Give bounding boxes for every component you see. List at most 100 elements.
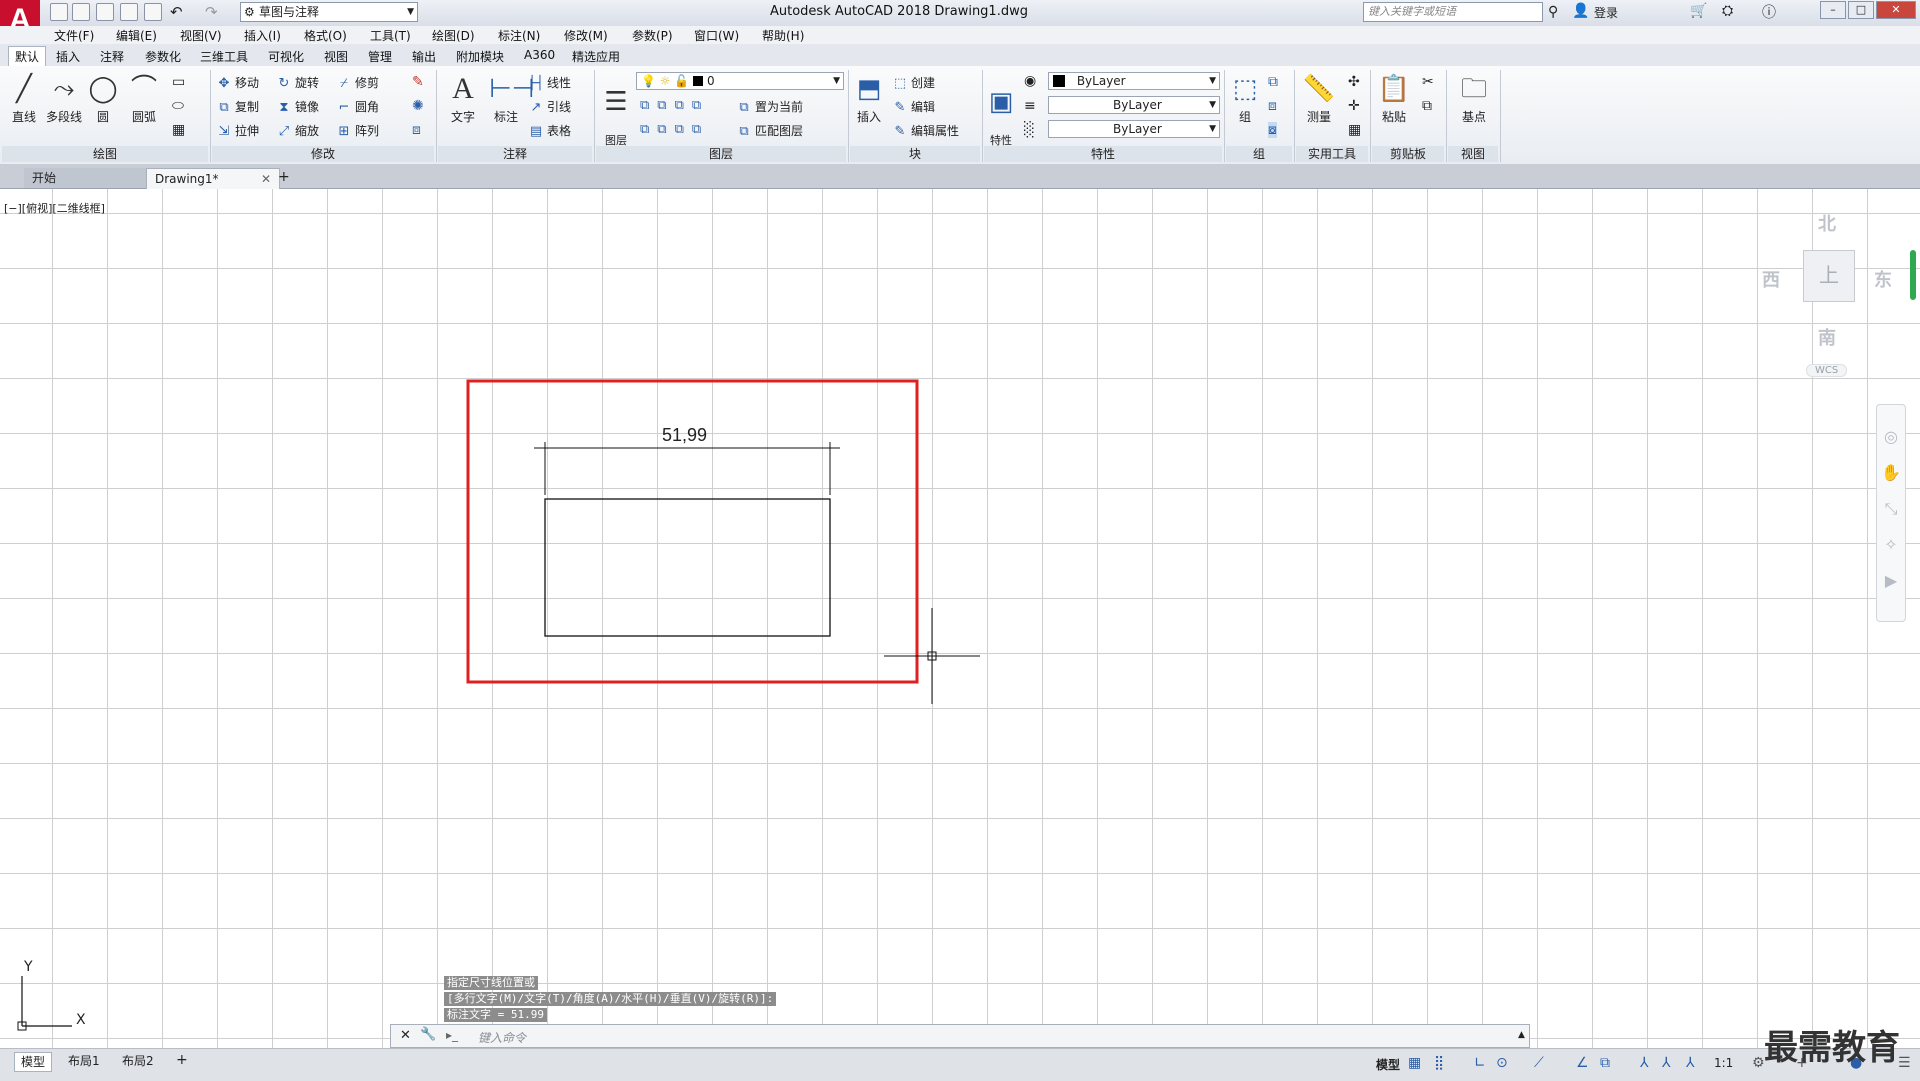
tab-default[interactable]: 默认 bbox=[8, 46, 47, 66]
tab-drawing1[interactable]: Drawing1* ✕ bbox=[146, 168, 280, 189]
base-view-button[interactable]: 🗀 基点 bbox=[1456, 72, 1492, 125]
group-edit-icon[interactable]: ⧈ bbox=[1268, 98, 1277, 114]
viewport-controls-label[interactable]: [−][俯视][二维线框] bbox=[4, 200, 105, 216]
zoom-icon[interactable]: ⤡ bbox=[1877, 491, 1905, 527]
properties-panel-title[interactable]: 特性 bbox=[984, 146, 1222, 162]
offset-icon[interactable]: ⧈ bbox=[412, 122, 421, 138]
osnap-track-icon[interactable]: ⟋ bbox=[1534, 1055, 1544, 1071]
fillet-button[interactable]: ⌐ 圆角 bbox=[336, 98, 379, 115]
grid-icon[interactable]: ▦ bbox=[1408, 1055, 1421, 1071]
viewcube-north[interactable]: 北 bbox=[1818, 210, 1836, 236]
utilities-panel-title[interactable]: 实用工具 bbox=[1296, 146, 1368, 162]
lineweight-icon[interactable]: ≡ bbox=[1024, 98, 1036, 114]
close-icon[interactable]: ✕ bbox=[261, 169, 271, 189]
menu-format[interactable]: 格式(O) bbox=[304, 27, 347, 44]
tab-parametric[interactable]: 参数化 bbox=[145, 48, 181, 65]
menu-modify[interactable]: 修改(M) bbox=[564, 27, 608, 44]
trim-button[interactable]: ⌿ 修剪 bbox=[336, 74, 379, 91]
polyline-button[interactable]: ⤳ 多段线 bbox=[44, 72, 84, 125]
tab-a360[interactable]: A360 bbox=[524, 48, 555, 62]
group-button[interactable]: ⬚ 组 bbox=[1228, 72, 1262, 125]
view-panel-title[interactable]: 视图 bbox=[1448, 146, 1498, 162]
new-tab-icon[interactable]: + bbox=[278, 169, 290, 185]
tab-featured-apps[interactable]: 精选应用 bbox=[572, 48, 620, 65]
drawing-canvas[interactable] bbox=[0, 189, 1920, 1049]
steering-wheel-icon[interactable]: ◎ bbox=[1877, 419, 1905, 455]
save-icon[interactable] bbox=[96, 3, 114, 21]
menu-tools[interactable]: 工具(T) bbox=[370, 27, 411, 44]
point-icon[interactable]: ✛ bbox=[1348, 98, 1360, 114]
edit-block-button[interactable]: ✎ 编辑 bbox=[892, 98, 935, 115]
undo-icon[interactable]: ↶ bbox=[170, 3, 183, 21]
edit-attributes-button[interactable]: ✎ 编辑属性 bbox=[892, 122, 959, 139]
tab-3d-tools[interactable]: 三维工具 bbox=[200, 48, 248, 65]
viewcube-east[interactable]: 东 bbox=[1874, 266, 1892, 292]
modify-panel-title[interactable]: 修改 bbox=[212, 146, 434, 162]
circle-button[interactable]: ◯ 圆 bbox=[86, 72, 120, 125]
new-file-icon[interactable] bbox=[50, 3, 68, 21]
array-button[interactable]: ⊞ 阵列 bbox=[336, 122, 379, 139]
create-block-button[interactable]: ⬚ 创建 bbox=[892, 74, 935, 91]
line-button[interactable]: ╱ 直线 bbox=[6, 72, 42, 125]
command-prompt-icon[interactable]: ▸_ bbox=[446, 1028, 458, 1042]
menu-edit[interactable]: 编辑(E) bbox=[116, 27, 157, 44]
command-line[interactable] bbox=[390, 1024, 1530, 1048]
draw-panel-title[interactable]: 绘图 bbox=[2, 146, 208, 162]
minimize-button[interactable]: – bbox=[1820, 1, 1846, 19]
wcs-menu[interactable]: WCS bbox=[1806, 364, 1848, 377]
layout-tab-layout1[interactable]: 布局1 bbox=[62, 1052, 106, 1070]
quick-select-icon[interactable]: ✣ bbox=[1348, 74, 1360, 90]
tab-view[interactable]: 视图 bbox=[324, 48, 348, 65]
leader-button[interactable]: ↗ 引线 bbox=[528, 98, 571, 115]
scrollbar-thumb[interactable] bbox=[1910, 250, 1916, 300]
viewcube-south[interactable]: 南 bbox=[1818, 324, 1836, 350]
tab-visualize[interactable]: 可视化 bbox=[268, 48, 304, 65]
scale-button[interactable]: ⤢ 缩放 bbox=[276, 122, 319, 139]
groups-panel-title[interactable]: 组 bbox=[1226, 146, 1292, 162]
transparency-icon[interactable]: ░ bbox=[1024, 122, 1035, 138]
layout-tab-model[interactable]: 模型 bbox=[14, 1052, 53, 1072]
wrench-icon[interactable]: 🔧 bbox=[420, 1027, 436, 1042]
print-icon[interactable] bbox=[144, 3, 162, 21]
rotate-button[interactable]: ↻ 旋转 bbox=[276, 74, 319, 91]
tab-insert[interactable]: 插入 bbox=[56, 48, 80, 65]
showmotion-icon[interactable]: ▶ bbox=[1877, 563, 1905, 599]
layer-dropdown[interactable]: 💡 ☼ 🔓 0 ▼ bbox=[636, 72, 844, 90]
copy-button[interactable]: ⧉ 复制 bbox=[216, 98, 259, 115]
cart-icon[interactable]: 🛒 bbox=[1690, 3, 1707, 19]
hatch-icon[interactable]: ▦ bbox=[172, 122, 185, 138]
tab-annotate[interactable]: 注释 bbox=[100, 48, 124, 65]
status-model-toggle[interactable]: 模型 bbox=[1376, 1056, 1400, 1073]
layer-tools-row2-icon[interactable]: ⧉⧉⧉⧉ bbox=[640, 122, 709, 137]
tab-start[interactable]: 开始 bbox=[24, 168, 160, 188]
match-layer-button[interactable]: ⧉ 匹配图层 bbox=[736, 122, 803, 139]
tab-output[interactable]: 输出 bbox=[412, 48, 436, 65]
color-dropdown[interactable]: ByLayer ▼ bbox=[1048, 72, 1220, 90]
transparency-toggle-icon[interactable]: ⧉ bbox=[1600, 1055, 1610, 1071]
save-as-icon[interactable] bbox=[120, 3, 138, 21]
annotation-scale-dropdown[interactable]: 1:1 bbox=[1714, 1056, 1733, 1070]
annotation-monitor-icon[interactable]: ⅄ bbox=[1640, 1055, 1649, 1071]
copy-clip-icon[interactable]: ⧉ bbox=[1422, 98, 1432, 114]
ortho-icon[interactable]: ∟ bbox=[1474, 1055, 1486, 1071]
search-input[interactable]: 键入关键字或短语 bbox=[1363, 2, 1543, 22]
ungroup-icon[interactable]: ⧉ bbox=[1268, 74, 1278, 90]
cut-icon[interactable]: ✂ bbox=[1422, 74, 1434, 90]
measure-button[interactable]: 📏 测量 bbox=[1300, 72, 1338, 125]
menu-parametric[interactable]: 参数(P) bbox=[632, 27, 673, 44]
redo-icon[interactable]: ↷ bbox=[205, 3, 218, 21]
menu-window[interactable]: 窗口(W) bbox=[694, 27, 739, 44]
close-button[interactable]: ✕ bbox=[1876, 1, 1916, 19]
color-wheel-icon[interactable]: ◉ bbox=[1024, 73, 1036, 89]
mirror-button[interactable]: ⧗ 镜像 bbox=[276, 98, 319, 115]
help-icon[interactable]: ⓘ bbox=[1762, 2, 1776, 22]
block-panel-title[interactable]: 块 bbox=[850, 146, 980, 162]
tab-addins[interactable]: 附加模块 bbox=[456, 48, 504, 65]
tab-manage[interactable]: 管理 bbox=[368, 48, 392, 65]
dimension-button[interactable]: ⊢⊣ 标注 bbox=[488, 72, 534, 125]
layer-tools-row1-icon[interactable]: ⧉⧉⧉⧉ bbox=[640, 98, 709, 113]
pan-icon[interactable]: ✋ bbox=[1877, 455, 1905, 491]
arc-button[interactable]: ⌒ 圆弧 bbox=[126, 72, 162, 125]
explode-icon[interactable]: ✺ bbox=[412, 98, 424, 114]
binoculars-icon[interactable]: ⚲ bbox=[1548, 4, 1558, 20]
